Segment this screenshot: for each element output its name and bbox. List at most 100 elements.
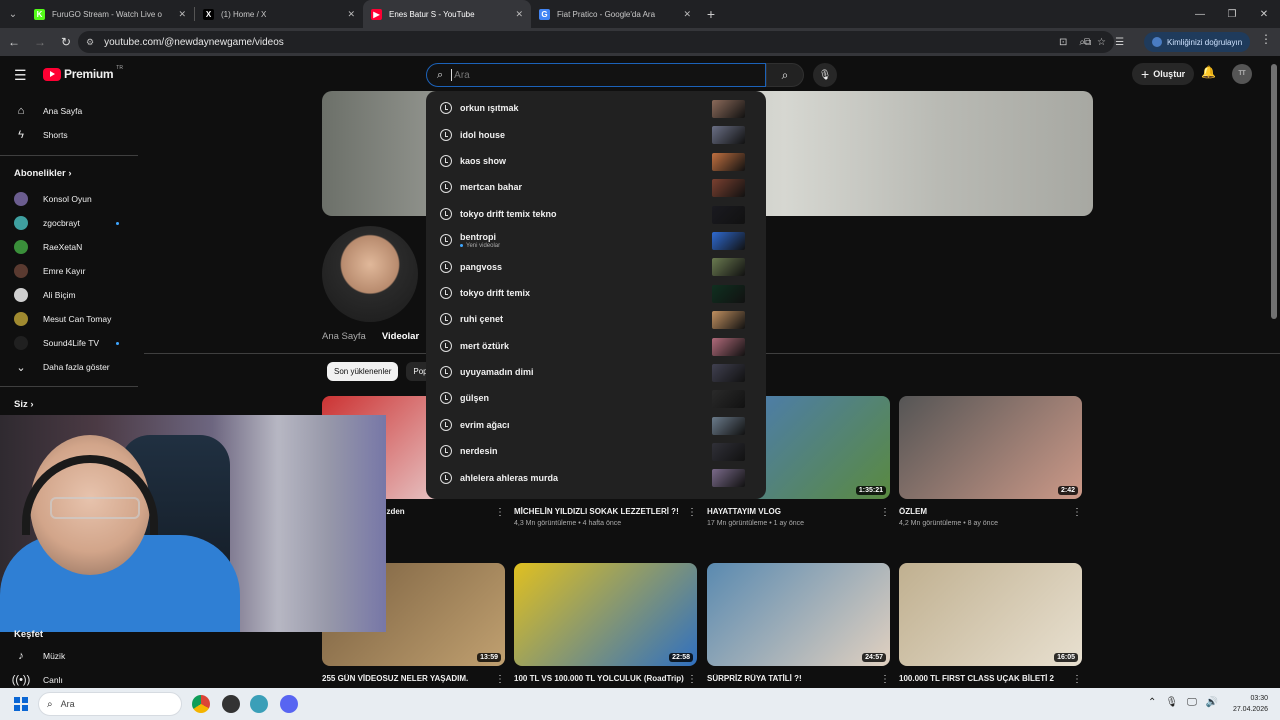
channel-avatar[interactable] [322, 226, 418, 322]
search-suggestion-item[interactable]: evrim ağacı [426, 412, 766, 438]
more-actions-icon[interactable]: ⋮ [687, 674, 697, 685]
browser-tab[interactable]: ▶ Enes Batur S - YouTube ✕ [363, 0, 531, 28]
chrome-icon[interactable] [192, 695, 210, 713]
search-suggestion-item[interactable]: bentropi Yeni videolar [426, 227, 766, 253]
extensions-icon[interactable]: ⧉ [1084, 37, 1091, 48]
video-title[interactable]: 100.000 TL FIRST CLASS UÇAK BİLETİ 2 [899, 674, 1069, 683]
search-suggestion-item[interactable]: ahlelera ahleras murda [426, 464, 766, 490]
video-title[interactable]: 100 TL VS 100.000 TL YOLCULUK (RoadTrip) [514, 674, 684, 683]
video-card[interactable]: 22:58 100 TL VS 100.000 TL YOLCULUK (Road… [514, 563, 697, 685]
search-suggestion-item[interactable]: tokyo drift temix tekno [426, 201, 766, 227]
page-scrollbar[interactable] [1271, 64, 1277, 319]
search-input[interactable]: ⌕ Ara [426, 63, 766, 87]
subscriptions-heading[interactable]: Abonelikler › [14, 168, 72, 179]
browser-tab[interactable]: G Fiat Pratico - Google'da Ara ✕ [531, 0, 699, 28]
video-thumbnail[interactable]: 2:42 [899, 396, 1082, 499]
video-thumbnail[interactable]: 16:05 [899, 563, 1082, 666]
more-actions-icon[interactable]: ⋮ [1072, 507, 1082, 518]
browser-menu-icon[interactable]: ⋮ [1260, 32, 1272, 46]
sidebar-item-home[interactable]: ⌂ Ana Sayfa [14, 104, 83, 118]
network-icon[interactable]: 🖵 [1187, 697, 1197, 708]
close-window-icon[interactable]: ✕ [1248, 0, 1280, 28]
browser-tab[interactable]: X (1) Home / X ✕ [195, 0, 363, 28]
video-title[interactable]: 255 GÜN VİDEOSUZ NELER YAŞADIM. [322, 674, 492, 683]
verify-identity-button[interactable]: Kimliğinizi doğrulayın [1144, 32, 1251, 52]
tab-videos[interactable]: Videolar [382, 331, 419, 342]
search-suggestion-item[interactable]: orkun ışıtmak [426, 95, 766, 121]
search-suggestion-item[interactable]: kaos show [426, 148, 766, 174]
search-suggestion-item[interactable]: nerdesin [426, 438, 766, 464]
tab-home[interactable]: Ana Sayfa [322, 331, 366, 342]
volume-icon[interactable]: 🔊 [1206, 697, 1218, 708]
more-actions-icon[interactable]: ⋮ [1072, 674, 1082, 685]
close-tab-icon[interactable]: ✕ [683, 9, 691, 20]
video-title[interactable]: SÜRPRİZ RÜYA TATİLİ ?! [707, 674, 877, 683]
microphone-icon[interactable]: 🎙 [1165, 697, 1178, 708]
sidebar-subscription-item[interactable]: Emre Kayır [14, 264, 86, 278]
video-title[interactable]: HAYATTAYIM VLOG [707, 507, 877, 516]
install-app-icon[interactable]: ⊡ [1059, 37, 1067, 48]
obs-icon[interactable] [222, 695, 240, 713]
system-clock[interactable]: 03:30 27.04.2026 [1233, 693, 1268, 715]
search-suggestion-item[interactable]: mertcan bahar [426, 174, 766, 200]
sidebar-subscription-item[interactable]: Sound4Life TV [14, 336, 99, 350]
new-tab-button[interactable]: + [699, 0, 723, 28]
search-suggestion-item[interactable]: gülşen [426, 385, 766, 411]
video-thumbnail[interactable]: 22:58 [514, 563, 697, 666]
reload-icon[interactable]: ↻ [54, 30, 78, 54]
sidebar-subscription-item[interactable]: zgocbrayt [14, 216, 80, 230]
sidebar-subscription-item[interactable]: Mesut Can Tomay [14, 312, 111, 326]
site-info-icon[interactable]: ⚙ [86, 37, 94, 48]
menu-icon[interactable]: ☰ [14, 67, 27, 84]
more-actions-icon[interactable]: ⋮ [495, 507, 505, 518]
search-button[interactable]: ⌕ [766, 63, 804, 87]
minimize-icon[interactable]: — [1184, 0, 1216, 28]
voice-search-button[interactable]: 🎙 [813, 63, 837, 87]
more-actions-icon[interactable]: ⋮ [495, 674, 505, 685]
discord-icon[interactable] [280, 695, 298, 713]
video-card[interactable]: 24:57 SÜRPRİZ RÜYA TATİLİ ?! ⋮ [707, 563, 890, 685]
back-icon[interactable]: ← [2, 30, 26, 54]
reading-list-icon[interactable]: ☰ [1115, 37, 1124, 48]
tab-search-button[interactable]: ⌄ [0, 0, 26, 28]
youtube-logo[interactable]: Premium TR [43, 65, 123, 81]
chevron-up-icon[interactable]: ⌃ [1148, 697, 1156, 708]
more-actions-icon[interactable]: ⋮ [880, 674, 890, 685]
close-tab-icon[interactable]: ✕ [347, 9, 355, 20]
browser-tab[interactable]: K FuruGO Stream - Watch Live o ✕ [26, 0, 194, 28]
more-actions-icon[interactable]: ⋮ [687, 507, 697, 518]
app-icon[interactable] [250, 695, 268, 713]
notifications-bell-icon[interactable]: 🔔 [1201, 65, 1216, 79]
search-suggestion-item[interactable]: tokyo drift temix [426, 280, 766, 306]
you-heading[interactable]: Siz › [14, 399, 34, 410]
more-actions-icon[interactable]: ⋮ [880, 507, 890, 518]
create-button[interactable]: + Oluştur [1132, 63, 1195, 85]
chip-latest[interactable]: Son yüklenenler [327, 362, 399, 381]
video-thumbnail[interactable]: 24:57 [707, 563, 890, 666]
close-tab-icon[interactable]: ✕ [515, 9, 523, 20]
windows-start-icon[interactable] [14, 697, 28, 711]
video-title[interactable]: MİCHELİN YILDIZLI SOKAK LEZZETLERİ ?! [514, 507, 684, 516]
search-suggestion-item[interactable]: uyuyamadın dimi [426, 359, 766, 385]
sidebar-subscription-item[interactable]: Ali Biçim [14, 288, 76, 302]
sidebar-item-shorts[interactable]: ϟ Shorts [14, 128, 68, 142]
sidebar-subscription-item[interactable]: Konsol Oyun [14, 192, 92, 206]
sidebar-item-live[interactable]: ((•)) Canlı [12, 673, 63, 687]
search-suggestion-item[interactable]: mert öztürk [426, 333, 766, 359]
video-card[interactable]: 2:42 ÖZLEM 4,2 Mn görüntüleme • 8 ay önce ⋮ [899, 396, 1082, 527]
taskbar-search[interactable]: ⌕ Ara [38, 692, 182, 716]
close-tab-icon[interactable]: ✕ [178, 9, 186, 20]
sidebar-subscription-item[interactable]: RaeXetaN [14, 240, 82, 254]
forward-icon[interactable]: → [28, 30, 52, 54]
microphone-icon: 🎙 [818, 69, 832, 81]
show-more-button[interactable]: ⌄ Daha fazla göster [14, 360, 109, 374]
video-card[interactable]: 16:05 100.000 TL FIRST CLASS UÇAK BİLETİ … [899, 563, 1082, 685]
address-bar[interactable]: ⚙ youtube.com/@newdaynewgame/videos ⊡ ⌕ … [78, 31, 1114, 53]
search-suggestion-item[interactable]: idol house [426, 121, 766, 147]
account-avatar[interactable]: TT [1232, 64, 1252, 84]
restore-icon[interactable]: ❐ [1216, 0, 1248, 28]
video-title[interactable]: ÖZLEM [899, 507, 1069, 516]
search-suggestion-item[interactable]: ruhi çenet [426, 306, 766, 332]
search-suggestion-item[interactable]: pangvoss [426, 253, 766, 279]
sidebar-item-music[interactable]: ♪ Müzik [14, 649, 65, 663]
